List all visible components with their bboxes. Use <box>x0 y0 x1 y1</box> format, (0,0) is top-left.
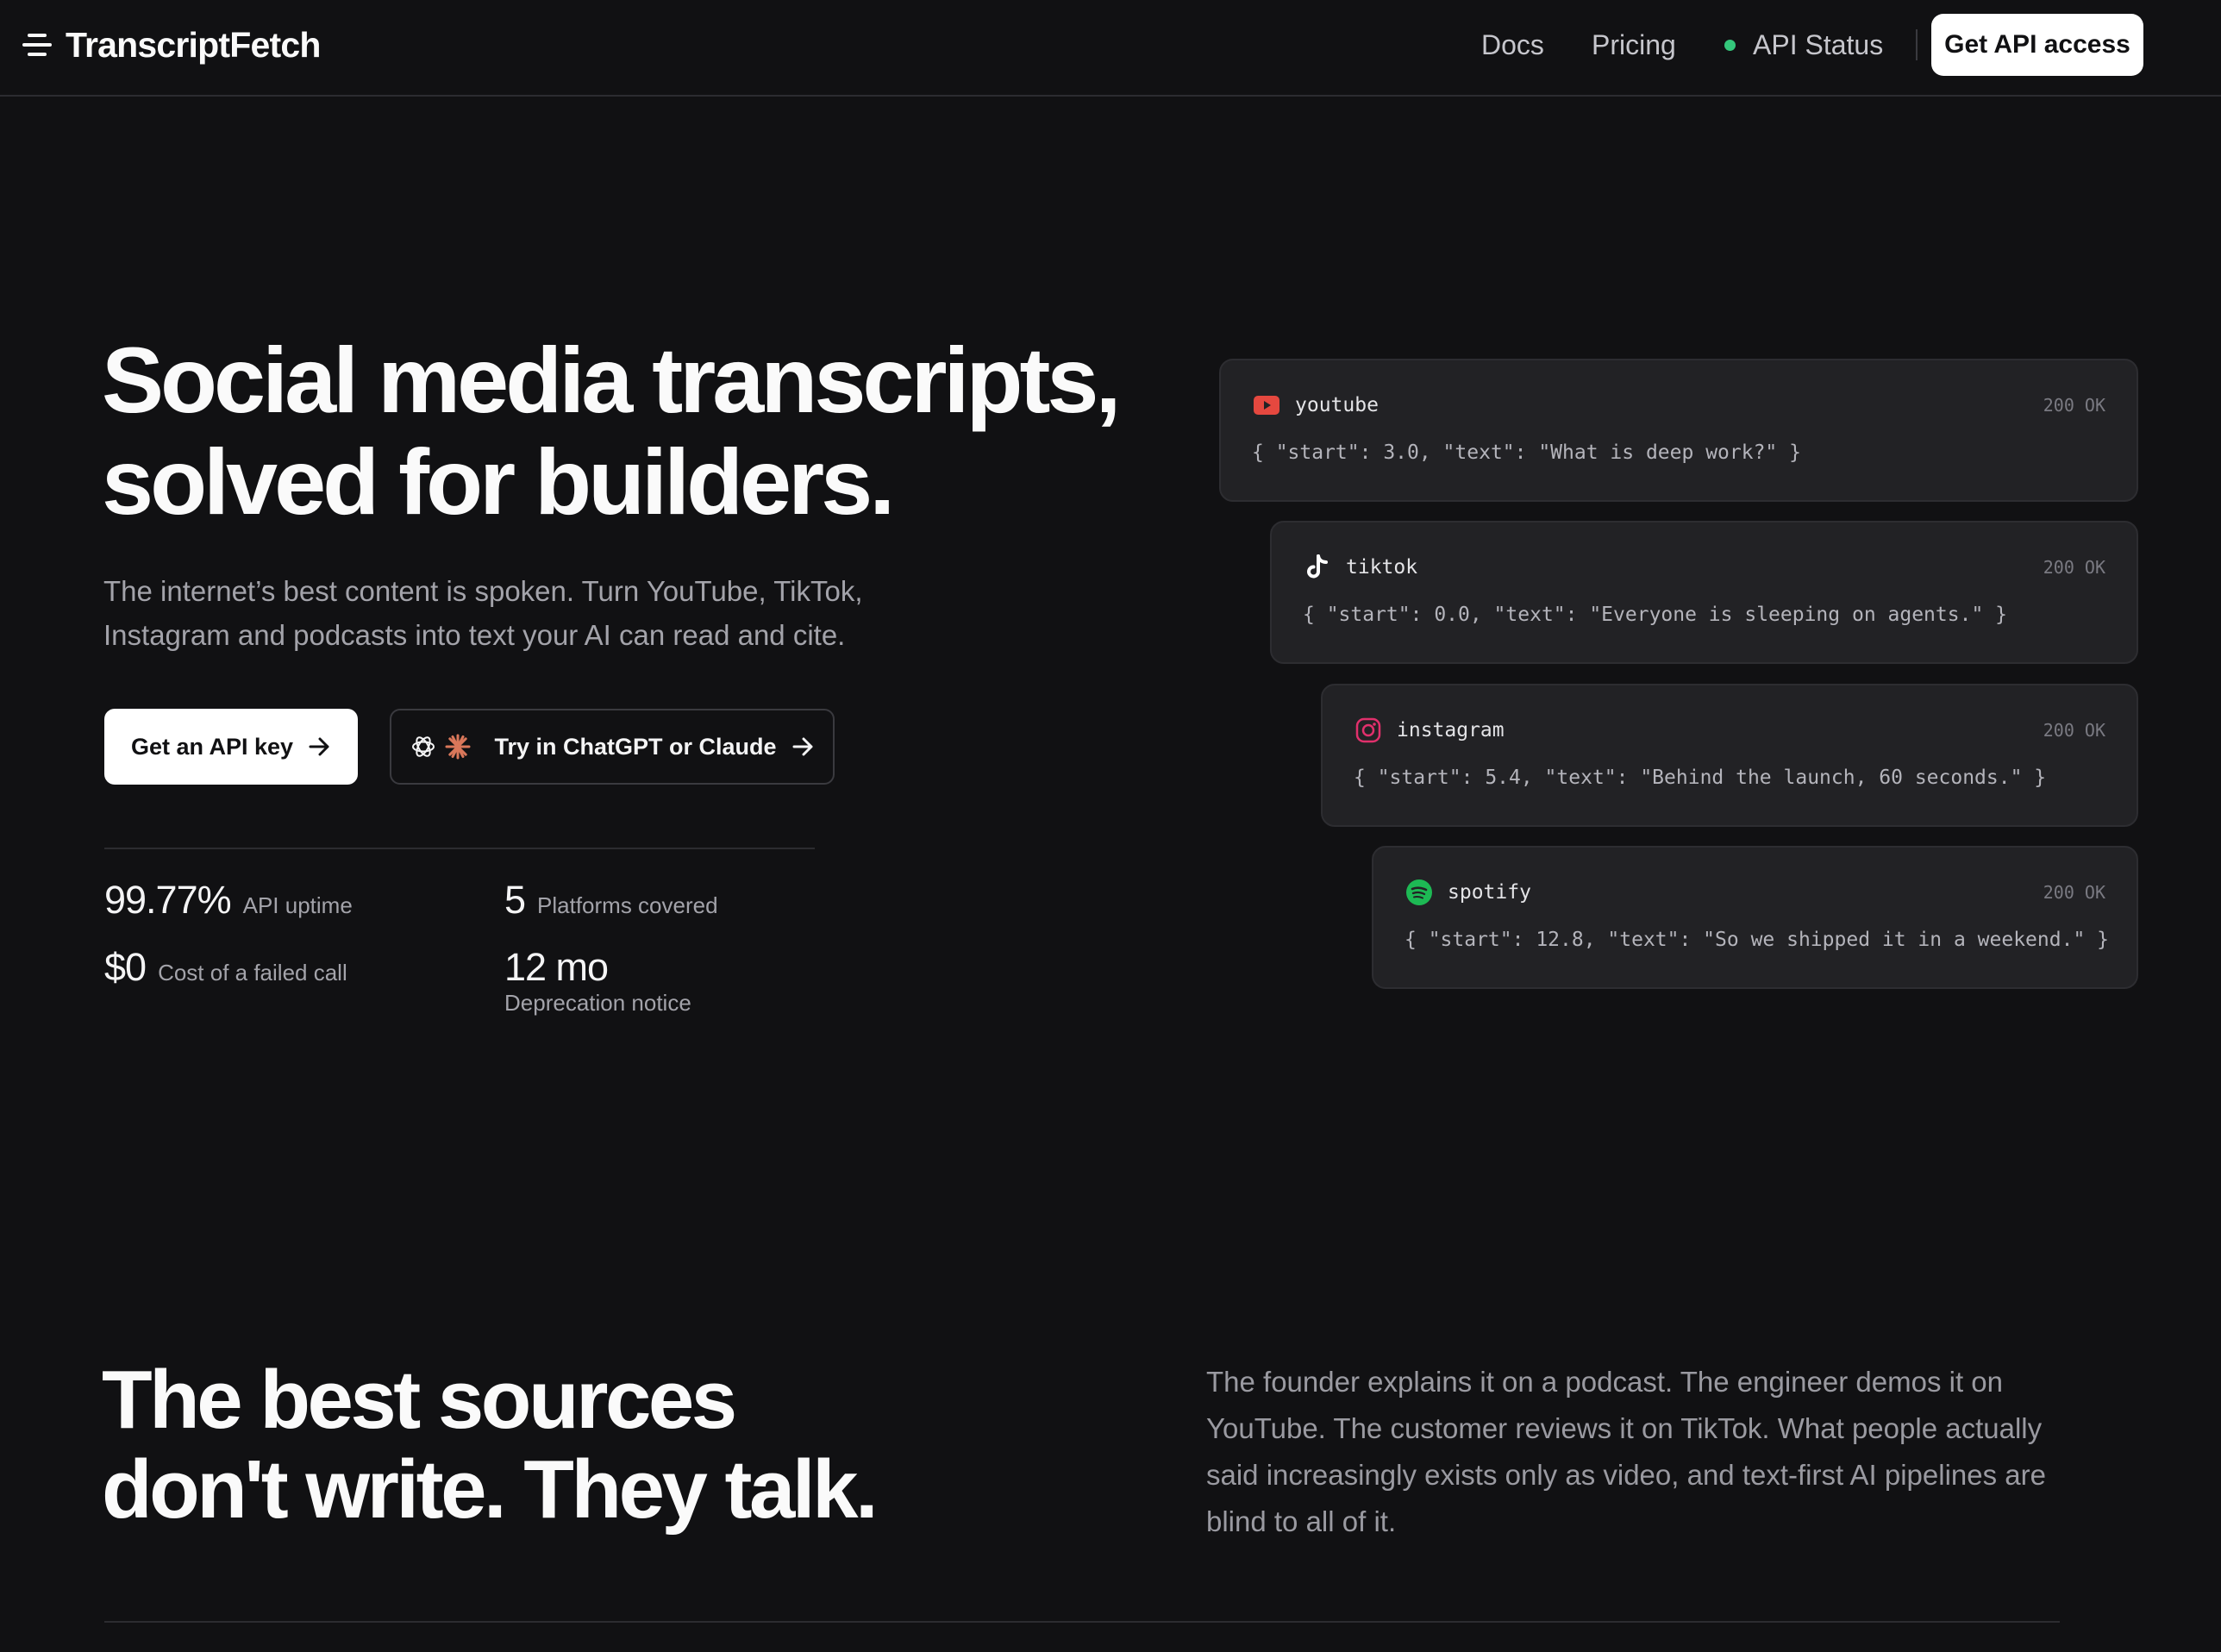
hero-title: Social media transcripts, solved for bui… <box>102 329 1223 533</box>
card-json: { "start": 5.4, "text": "Behind the laun… <box>1354 767 2047 789</box>
card-status: 200 OK <box>2043 882 2105 903</box>
section-divider <box>104 1621 2060 1623</box>
nav-link-api-status[interactable]: API Status <box>1724 26 1883 64</box>
card-json: { "start": 12.8, "text": "So we shipped … <box>1405 929 2109 951</box>
try-chatgpt-claude-label: Try in ChatGPT or Claude <box>494 733 777 760</box>
card-platform: tiktok <box>1346 556 1418 579</box>
card-json: { "start": 0.0, "text": "Everyone is sle… <box>1303 604 2007 626</box>
youtube-icon <box>1252 391 1281 420</box>
arrow-right-icon <box>792 737 813 756</box>
nav-status-label: API Status <box>1753 29 1884 60</box>
nav-divider <box>1916 29 1918 60</box>
brand-logo[interactable]: TranscriptFetch <box>21 24 321 66</box>
stat-failed-call-cost: $0 Cost of a failed call <box>104 945 347 990</box>
stat-value: $0 <box>104 945 147 989</box>
hero-subtitle-line-1: The internet’s best content is spoken. T… <box>103 575 863 607</box>
hero-subtitle-line-2: Instagram and podcasts into text your AI… <box>103 619 846 651</box>
card-header: youtube 200 OK <box>1252 391 2105 419</box>
get-api-key-label: Get an API key <box>130 733 294 760</box>
response-card-instagram: instagram 200 OK { "start": 5.4, "text":… <box>1321 684 2138 827</box>
brand-name: TranscriptFetch <box>66 24 321 65</box>
arrow-right-icon <box>309 737 329 756</box>
stat-uptime: 99.77% API uptime <box>104 878 353 923</box>
section-title-line-2: don't write. They talk. <box>102 1443 879 1536</box>
stat-value: 5 <box>504 878 526 922</box>
card-header: tiktok 200 OK <box>1303 554 2105 581</box>
claude-icon <box>445 734 471 760</box>
chatgpt-icon <box>412 736 435 757</box>
spotify-icon <box>1405 878 1434 907</box>
stat-label: API uptime <box>242 892 353 918</box>
stat-label: Cost of a failed call <box>158 960 347 986</box>
card-platform: youtube <box>1295 394 1379 416</box>
try-chatgpt-claude-button[interactable]: Try in ChatGPT or Claude <box>390 709 835 785</box>
top-nav: TranscriptFetch Docs Pricing API Status … <box>0 0 2221 97</box>
get-api-access-button[interactable]: Get API access <box>1931 14 2143 76</box>
hero-title-line-1: Social media transcripts, <box>102 328 1121 432</box>
stat-label: Deprecation notice <box>504 990 691 1016</box>
section-body: The founder explains it on a podcast. Th… <box>1206 1366 2046 1537</box>
card-header: spotify 200 OK <box>1405 879 2105 906</box>
card-platform: instagram <box>1397 719 1505 742</box>
response-card-youtube: youtube 200 OK { "start": 3.0, "text": "… <box>1219 359 2138 502</box>
nav-link-docs[interactable]: Docs <box>1481 26 1544 64</box>
section-title-line-1: The best sources <box>102 1354 737 1446</box>
card-status: 200 OK <box>2043 395 2105 416</box>
response-card-tiktok: tiktok 200 OK { "start": 0.0, "text": "E… <box>1270 521 2138 664</box>
response-card-spotify: spotify 200 OK { "start": 12.8, "text": … <box>1372 846 2138 989</box>
card-platform: spotify <box>1448 881 1531 904</box>
tiktok-icon <box>1303 553 1332 582</box>
nav-link-pricing[interactable]: Pricing <box>1592 26 1676 64</box>
section-title: The best sources don't write. They talk. <box>102 1355 1136 1535</box>
ai-icons <box>410 733 479 760</box>
instagram-icon <box>1354 716 1383 745</box>
status-dot-icon <box>1724 39 1736 51</box>
stat-value: 12 mo <box>504 945 609 989</box>
card-status: 200 OK <box>2043 557 2105 578</box>
stat-value: 99.77% <box>104 878 232 922</box>
stat-deprecation-notice: 12 mo Deprecation notice <box>504 945 691 1016</box>
logo-lines-icon <box>22 34 52 56</box>
landing-page: TranscriptFetch Docs Pricing API Status … <box>0 0 2221 1652</box>
stat-label: Platforms covered <box>537 892 718 918</box>
stat-platforms: 5 Platforms covered <box>504 878 718 923</box>
hero-title-line-2: solved for builders. <box>102 429 895 534</box>
hero-subtitle: The internet’s best content is spoken. T… <box>103 569 966 657</box>
card-json: { "start": 3.0, "text": "What is deep wo… <box>1252 441 1801 464</box>
get-api-key-button[interactable]: Get an API key <box>104 709 358 785</box>
stats-divider <box>104 848 815 849</box>
card-status: 200 OK <box>2043 720 2105 741</box>
card-header: instagram 200 OK <box>1354 716 2105 744</box>
